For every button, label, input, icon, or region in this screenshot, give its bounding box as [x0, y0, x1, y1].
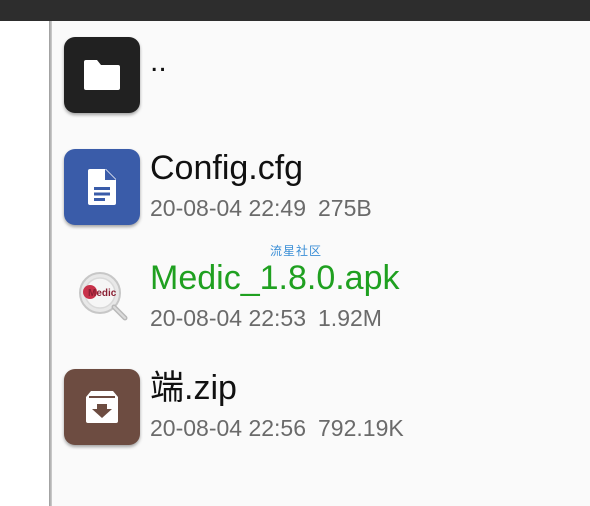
file-date: 20-08-04 22:49 [150, 195, 307, 221]
file-size: 792.19K [318, 415, 404, 441]
file-name: Config.cfg [150, 149, 304, 187]
status-bar [0, 0, 590, 21]
file-name: 端.zip [150, 369, 237, 407]
file-list: .. Config.cfg 20-08-04 22:49 275B 流星社区 M… [52, 21, 590, 506]
file-name: Medic_1.8.0.apk [150, 259, 400, 297]
list-item-parent-folder[interactable]: .. [52, 36, 590, 146]
list-item-medic-apk[interactable]: 流星社区 Medic Medic_1.8.0.apk 20-08-04 22:5… [52, 244, 590, 368]
file-date: 20-08-04 22:56 [150, 415, 307, 441]
file-meta: 20-08-04 22:53 1.92M [150, 304, 382, 332]
folder-icon [64, 37, 140, 113]
list-item-zip-archive[interactable]: 端.zip 20-08-04 22:56 792.19K [52, 368, 590, 478]
file-meta: 20-08-04 22:56 792.19K [150, 414, 404, 442]
watermark-text: 流星社区 [270, 244, 323, 258]
file-meta: 20-08-04 22:49 275B [150, 194, 372, 222]
side-panel [0, 21, 49, 506]
file-date: 20-08-04 22:53 [150, 305, 307, 331]
file-name: .. [150, 45, 167, 78]
file-size: 1.92M [318, 305, 382, 331]
archive-icon [64, 369, 140, 445]
list-item-config-file[interactable]: Config.cfg 20-08-04 22:49 275B [52, 148, 590, 258]
medic-logo-text: Medic [88, 288, 117, 299]
medic-app-icon: Medic [77, 269, 131, 323]
file-size: 275B [318, 195, 372, 221]
document-icon [64, 149, 140, 225]
